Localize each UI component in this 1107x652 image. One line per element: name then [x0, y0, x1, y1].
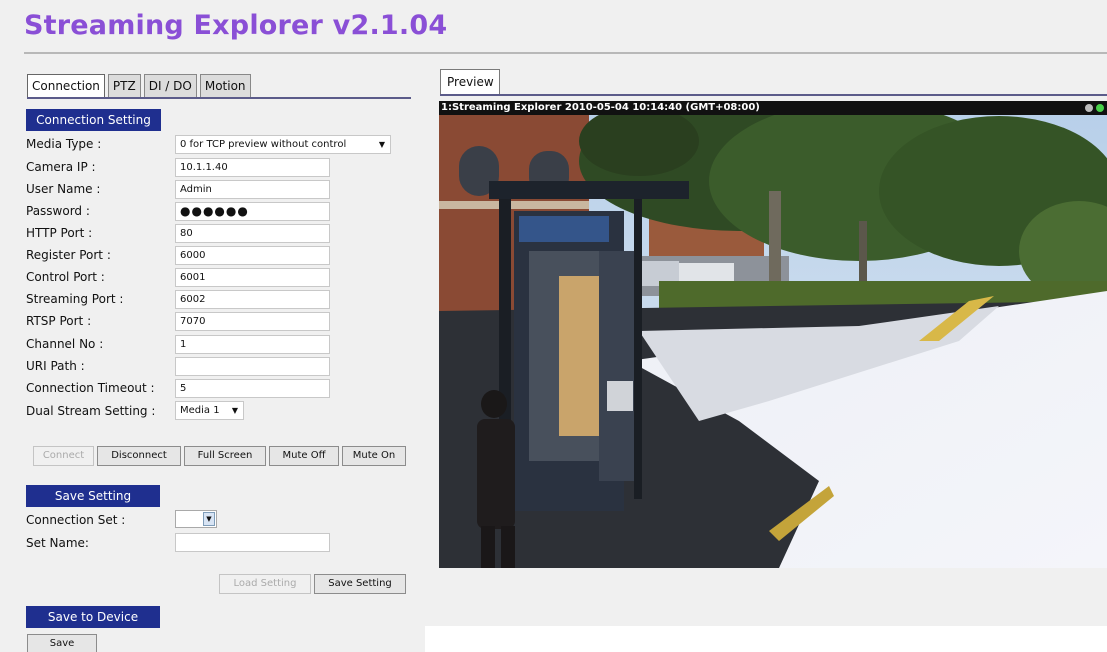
- media-type-label: Media Type :: [26, 137, 102, 151]
- control-port-label: Control Port :: [26, 270, 105, 284]
- status-dot-icon: [1085, 104, 1093, 112]
- save-to-device-button[interactable]: Save: [27, 634, 97, 652]
- register-port-label: Register Port :: [26, 248, 111, 262]
- preview-tab-underline: [440, 94, 1107, 96]
- tab-preview[interactable]: Preview: [440, 69, 500, 95]
- uri-path-input[interactable]: [175, 357, 330, 376]
- dual-stream-label: Dual Stream Setting :: [26, 404, 156, 418]
- camera-ip-label: Camera IP :: [26, 160, 96, 174]
- chevron-down-icon: ▼: [203, 512, 215, 526]
- mute-off-button[interactable]: Mute Off: [269, 446, 339, 466]
- save-setting-button[interactable]: Save Setting: [314, 574, 406, 594]
- streaming-port-input[interactable]: 6002: [175, 290, 330, 309]
- password-label: Password :: [26, 204, 90, 218]
- http-port-input[interactable]: 80: [175, 224, 330, 243]
- connection-timeout-input[interactable]: 5: [175, 379, 330, 398]
- register-port-input[interactable]: 6000: [175, 246, 330, 265]
- disconnect-button[interactable]: Disconnect: [97, 446, 181, 466]
- streaming-port-label: Streaming Port :: [26, 292, 124, 306]
- tab-di-do[interactable]: DI / DO: [143, 74, 197, 98]
- app-title: Streaming Explorer v2.1.04: [24, 10, 448, 41]
- tab-motion[interactable]: Motion: [199, 74, 251, 98]
- channel-no-label: Channel No :: [26, 337, 104, 351]
- control-port-input[interactable]: 6001: [175, 268, 330, 287]
- rtsp-port-label: RTSP Port :: [26, 314, 92, 328]
- set-name-input[interactable]: [175, 533, 330, 552]
- uri-path-label: URI Path :: [26, 359, 85, 373]
- camera-ip-input[interactable]: 10.1.1.40: [175, 158, 330, 177]
- settings-tabs: Connection PTZ DI / DO Motion: [27, 74, 254, 99]
- video-preview[interactable]: 1:Streaming Explorer 2010-05-04 10:14:40…: [439, 101, 1107, 568]
- media-type-select[interactable]: 0 for TCP preview without control ▼: [175, 135, 391, 154]
- rtsp-port-input[interactable]: 7070: [175, 312, 330, 331]
- camera-scene-image: [439, 101, 1107, 568]
- connection-set-label: Connection Set :: [26, 513, 126, 527]
- chevron-down-icon: ▼: [231, 406, 238, 415]
- channel-no-input[interactable]: 1: [175, 335, 330, 354]
- http-port-label: HTTP Port :: [26, 226, 93, 240]
- tab-ptz[interactable]: PTZ: [107, 74, 141, 98]
- mute-on-button[interactable]: Mute On: [342, 446, 406, 466]
- set-name-label: Set Name:: [26, 536, 89, 550]
- save-to-device-header: Save to Device: [26, 606, 160, 628]
- save-setting-header: Save Setting: [26, 485, 160, 507]
- dual-stream-select[interactable]: Media 1 ▼: [175, 401, 244, 420]
- dual-stream-value: Media 1: [180, 405, 220, 416]
- status-dot-icon: [1096, 104, 1104, 112]
- connection-timeout-label: Connection Timeout :: [26, 381, 155, 395]
- tabs-underline: [27, 97, 411, 99]
- title-divider: [24, 52, 1107, 54]
- user-name-input[interactable]: Admin: [175, 180, 330, 199]
- video-overlay-text: 1:Streaming Explorer 2010-05-04 10:14:40…: [439, 101, 1107, 115]
- connect-button[interactable]: Connect: [33, 446, 94, 466]
- password-input[interactable]: ●●●●●●: [175, 202, 330, 221]
- chevron-down-icon: ▼: [378, 140, 385, 149]
- connection-set-select[interactable]: ▼: [175, 510, 217, 528]
- full-screen-button[interactable]: Full Screen: [184, 446, 266, 466]
- tab-connection[interactable]: Connection: [27, 74, 105, 99]
- media-type-value: 0 for TCP preview without control: [180, 139, 347, 150]
- load-setting-button[interactable]: Load Setting: [219, 574, 311, 594]
- connection-setting-header: Connection Setting: [26, 109, 161, 131]
- empty-area: [425, 626, 1107, 652]
- user-name-label: User Name :: [26, 182, 101, 196]
